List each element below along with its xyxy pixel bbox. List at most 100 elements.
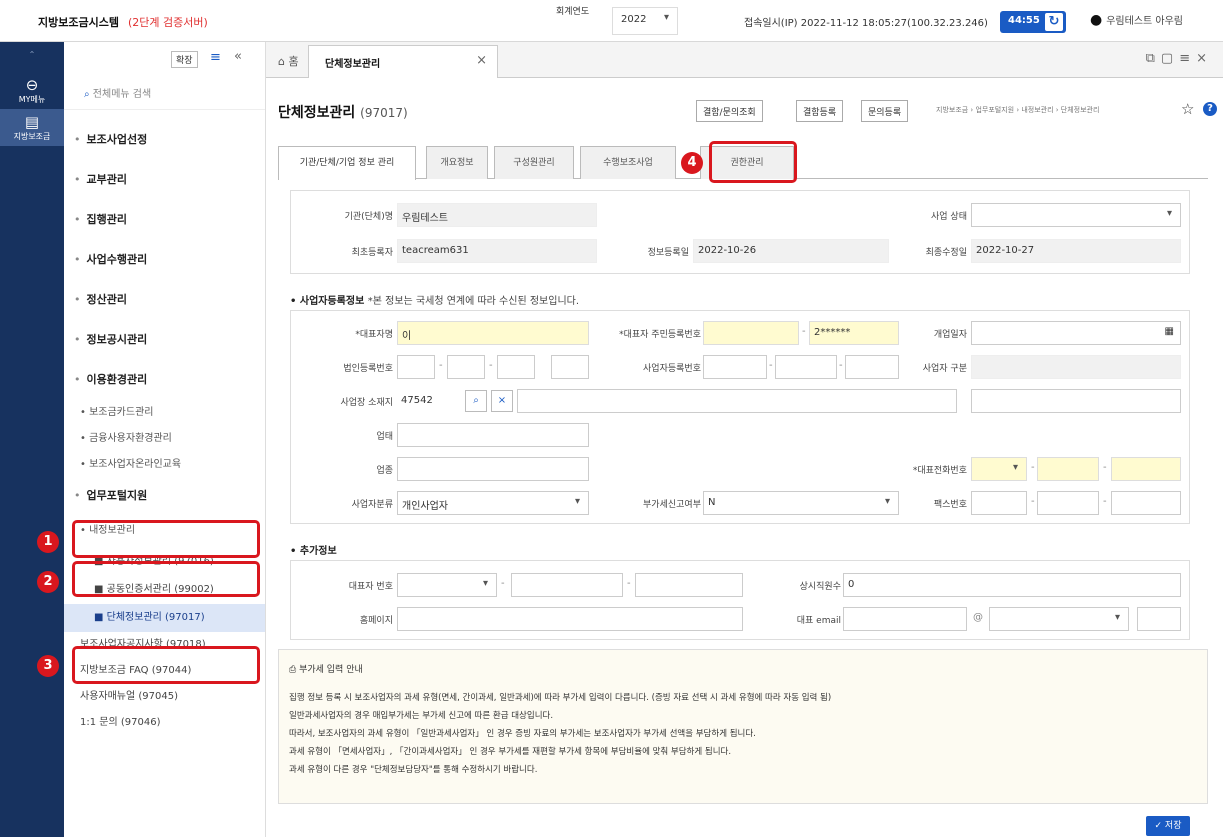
address-label: 사업장 소재지: [340, 398, 393, 408]
vat-guide-line: 일반과세사업자의 경우 매입부가세는 부가세 신고에 따른 환급 대상입니다.: [289, 711, 554, 721]
zip-value: 47542: [401, 395, 433, 406]
menu-manual[interactable]: 사용자매뉴얼 (97045): [64, 684, 265, 710]
sidebar: 확장 ≡ « ⌕ 전체메뉴 검색 • 보조사업선정 • 교부관리 • 집행관리 • 사업…: [64, 42, 266, 837]
window-controls-icon[interactable]: ⧉▢≡×: [1146, 51, 1213, 66]
vat-guide-line: 집행 정보 등록 시 보조사업자의 과세 유형(면세, 간이과세, 일반과세)에…: [289, 693, 832, 703]
nav-my-menu[interactable]: ⊖ MY메뉴: [0, 72, 64, 109]
rep-phone-1-select[interactable]: [397, 573, 497, 597]
fax-label: 팩스번호: [933, 500, 967, 510]
biz-no-3[interactable]: [845, 355, 899, 379]
basic-info-panel: 기관(단체)명 우림테스트 사업 상태 최초등록자 teacream631 정보…: [290, 190, 1190, 274]
fax-1-field[interactable]: [971, 491, 1027, 515]
ceo-field[interactable]: 이: [397, 321, 589, 345]
homepage-field[interactable]: [397, 607, 743, 631]
fax-3-field[interactable]: [1111, 491, 1181, 515]
address-detail-field[interactable]: [971, 389, 1181, 413]
tab-members[interactable]: 구성원관리: [494, 146, 574, 179]
rep-phone-2-field[interactable]: [511, 573, 623, 597]
callout-box-2: [72, 561, 260, 597]
vat-guide-title: 부가세 입력 안내: [299, 665, 363, 675]
page-tab-strip: ⌂ 홈 단체정보관리 × ⧉▢≡×: [266, 42, 1223, 78]
email-domain-field[interactable]: [1137, 607, 1181, 631]
email-id-field[interactable]: [843, 607, 967, 631]
page-tab-org-info[interactable]: 단체정보관리 ×: [308, 45, 498, 78]
menu-disclosure-management[interactable]: • 정보공시관리: [64, 320, 265, 360]
menu-environment-management[interactable]: • 이용환경관리: [64, 360, 265, 400]
category-field[interactable]: [397, 457, 589, 481]
open-date-field[interactable]: ▦: [971, 321, 1181, 345]
tab-projects[interactable]: 수행보조사업: [580, 146, 676, 179]
biz-class-select[interactable]: 개인사업자: [397, 491, 589, 515]
nav-local-subsidy-label: 지방보조금: [13, 132, 51, 141]
bookmark-icon: ⎙: [289, 665, 297, 675]
search-address-icon[interactable]: ⌕: [465, 390, 487, 412]
menu-execution-management[interactable]: • 집행관리: [64, 200, 265, 240]
menu-org-info[interactable]: ■ 단체정보관리 (97017): [64, 604, 265, 632]
collapse-sidebar-icon[interactable]: «: [234, 49, 242, 64]
calendar-icon[interactable]: ▦: [1165, 326, 1174, 337]
menu-grant-management[interactable]: • 교부관리: [64, 160, 265, 200]
menu-business-portal[interactable]: • 업무포털지원: [64, 478, 265, 514]
callout-box-3: [72, 646, 260, 684]
ceo-rrn-back[interactable]: 2******: [809, 321, 899, 345]
org-name-label: 기관(단체)명: [344, 212, 393, 222]
folder-icon: ▤: [24, 113, 40, 131]
home-icon[interactable]: ⌂ 홈: [278, 53, 299, 69]
status-select[interactable]: [971, 203, 1181, 227]
fiscal-year-value: 2022: [621, 14, 647, 25]
tab-org-basic[interactable]: 기관/단체/기업 정보 관리: [278, 146, 416, 180]
refresh-session-icon[interactable]: ↻: [1045, 13, 1063, 31]
corp-no-2[interactable]: [447, 355, 485, 379]
inquiry-register-button[interactable]: 문의등록: [861, 100, 909, 122]
phone-2-field[interactable]: [1037, 457, 1099, 481]
menu-search[interactable]: ⌕ 전체메뉴 검색: [64, 76, 265, 110]
corp-no-1[interactable]: [397, 355, 435, 379]
biz-type-label: 사업자 구분: [922, 364, 967, 374]
vat-select[interactable]: N: [703, 491, 899, 515]
reg-user-label: 최초등록자: [351, 248, 393, 258]
biz-no-1[interactable]: [703, 355, 767, 379]
staff-field[interactable]: 0: [843, 573, 1181, 597]
close-icon[interactable]: ×: [476, 53, 487, 68]
industry-field[interactable]: [397, 423, 589, 447]
breadcrumb: 지방보조금 › 업무포털지원 › 내정보관리 › 단체정보관리: [936, 106, 1100, 114]
status-label: 사업 상태: [931, 212, 967, 222]
phone-3-field[interactable]: [1111, 457, 1181, 481]
category-label: 업종: [376, 466, 393, 476]
ceo-rrn-label: *대표자 주민등록번호: [619, 330, 701, 340]
expand-button[interactable]: 확장: [171, 51, 198, 68]
address-main-field[interactable]: [517, 389, 957, 413]
clear-address-icon[interactable]: ×: [491, 390, 513, 412]
ceo-label: *대표자명: [355, 330, 393, 340]
menu-online-education[interactable]: • 보조사업자온라인교육: [64, 452, 265, 478]
menu-project-management[interactable]: • 사업수행관리: [64, 240, 265, 280]
menu-inquiry[interactable]: 1:1 문의 (97046): [64, 710, 265, 736]
rep-phone-3-field[interactable]: [635, 573, 743, 597]
biz-type-field: [971, 355, 1181, 379]
ceo-rrn-front[interactable]: [703, 321, 799, 345]
menu-finance-user-env[interactable]: • 금융사용자환경관리: [64, 426, 265, 452]
page-title: 단체정보관리 (97017): [278, 105, 408, 121]
help-icon[interactable]: ?: [1203, 102, 1217, 116]
tab-overview[interactable]: 개요정보: [426, 146, 488, 179]
menu-card-management[interactable]: • 보조금카드관리: [64, 400, 265, 426]
favorite-star-icon[interactable]: ☆: [1181, 100, 1194, 118]
user-info[interactable]: ● 우림테스트 아우림: [1090, 12, 1183, 28]
corp-no-3[interactable]: [497, 355, 535, 379]
menu-settlement-management[interactable]: • 정산관리: [64, 280, 265, 320]
defect-register-button[interactable]: 결함등록: [796, 100, 844, 122]
defect-inquiry-button[interactable]: 결함/문의조회: [696, 100, 763, 122]
biz-no-2[interactable]: [775, 355, 837, 379]
menu-subsidy-selection[interactable]: • 보조사업선정: [64, 120, 265, 160]
menu-list-icon[interactable]: ≡: [210, 50, 221, 65]
fiscal-year-select[interactable]: 2022: [612, 7, 678, 35]
biz-info-panel: *대표자명 이 *대표자 주민등록번호 - 2****** 개업일자 ▦ 법인등…: [290, 310, 1190, 524]
nav-local-subsidy[interactable]: ▤ 지방보조금: [0, 109, 64, 146]
top-bar: 지방보조금시스템 (2단계 검증서버) 회계연도 2022 접속일시(IP) 2…: [0, 0, 1223, 42]
phone-1-select[interactable]: [971, 457, 1027, 481]
email-domain-select[interactable]: [989, 607, 1129, 631]
save-button[interactable]: ✓ 저장: [1146, 816, 1190, 836]
corp-no-4[interactable]: [551, 355, 589, 379]
collapse-up-icon[interactable]: ⌃: [0, 42, 64, 72]
fax-2-field[interactable]: [1037, 491, 1099, 515]
